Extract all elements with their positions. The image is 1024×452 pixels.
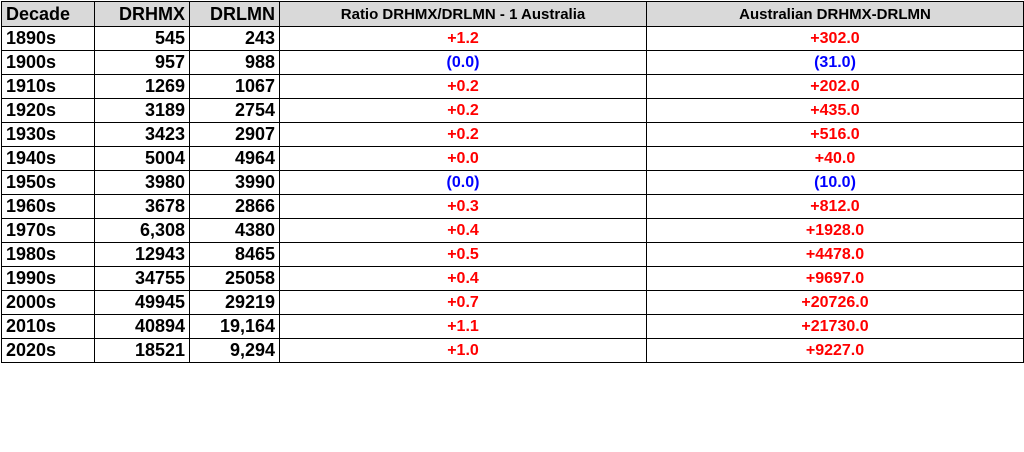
cell-difference: +40.0 bbox=[646, 146, 1024, 171]
cell-difference: +516.0 bbox=[646, 122, 1024, 147]
cell-ratio: +0.4 bbox=[279, 266, 647, 291]
cell-ratio: +0.5 bbox=[279, 242, 647, 267]
cell-drhmx: 40894 bbox=[94, 314, 190, 339]
cell-ratio: +1.2 bbox=[279, 26, 647, 51]
cell-difference: (10.0) bbox=[646, 170, 1024, 195]
cell-drhmx: 1269 bbox=[94, 74, 190, 99]
decade-table: Decade DRHMX DRLMN Ratio DRHMX/DRLMN - 1… bbox=[1, 1, 1024, 363]
header-row: Decade DRHMX DRLMN Ratio DRHMX/DRLMN - 1… bbox=[1, 1, 1024, 27]
cell-drlmn: 4964 bbox=[189, 146, 280, 171]
cell-ratio: +0.7 bbox=[279, 290, 647, 315]
cell-drlmn: 1067 bbox=[189, 74, 280, 99]
cell-decade: 1990s bbox=[1, 266, 95, 291]
table-row: 1980s 12943 8465 +0.5 +4478.0 bbox=[1, 242, 1024, 267]
cell-difference: +302.0 bbox=[646, 26, 1024, 51]
cell-decade: 1900s bbox=[1, 50, 95, 75]
table-row: 1940s 5004 4964 +0.0 +40.0 bbox=[1, 146, 1024, 171]
table-row: 2010s 40894 19,164 +1.1 +21730.0 bbox=[1, 314, 1024, 339]
cell-ratio: +1.1 bbox=[279, 314, 647, 339]
header-drlmn: DRLMN bbox=[189, 1, 280, 27]
cell-decade: 1910s bbox=[1, 74, 95, 99]
cell-ratio: +0.3 bbox=[279, 194, 647, 219]
cell-drhmx: 545 bbox=[94, 26, 190, 51]
cell-ratio: (0.0) bbox=[279, 170, 647, 195]
cell-ratio: +0.2 bbox=[279, 74, 647, 99]
cell-drlmn: 2754 bbox=[189, 98, 280, 123]
cell-decade: 1970s bbox=[1, 218, 95, 243]
cell-drlmn: 4380 bbox=[189, 218, 280, 243]
header-difference: Australian DRHMX-DRLMN bbox=[646, 1, 1024, 27]
table-row: 2020s 18521 9,294 +1.0 +9227.0 bbox=[1, 338, 1024, 363]
cell-difference: (31.0) bbox=[646, 50, 1024, 75]
cell-drhmx: 3678 bbox=[94, 194, 190, 219]
cell-decade: 2020s bbox=[1, 338, 95, 363]
cell-difference: +812.0 bbox=[646, 194, 1024, 219]
cell-difference: +435.0 bbox=[646, 98, 1024, 123]
cell-drhmx: 3980 bbox=[94, 170, 190, 195]
cell-difference: +9697.0 bbox=[646, 266, 1024, 291]
table-row: 1950s 3980 3990 (0.0) (10.0) bbox=[1, 170, 1024, 195]
cell-drhmx: 18521 bbox=[94, 338, 190, 363]
cell-drlmn: 25058 bbox=[189, 266, 280, 291]
cell-drlmn: 2907 bbox=[189, 122, 280, 147]
cell-drhmx: 5004 bbox=[94, 146, 190, 171]
cell-drlmn: 29219 bbox=[189, 290, 280, 315]
cell-difference: +1928.0 bbox=[646, 218, 1024, 243]
cell-decade: 2000s bbox=[1, 290, 95, 315]
table-row: 1970s 6,308 4380 +0.4 +1928.0 bbox=[1, 218, 1024, 243]
cell-decade: 1950s bbox=[1, 170, 95, 195]
cell-decade: 2010s bbox=[1, 314, 95, 339]
table-body: 1890s 545 243 +1.2 +302.0 1900s 957 988 (0.0) (31… bbox=[1, 26, 1024, 363]
cell-drlmn: 3990 bbox=[189, 170, 280, 195]
cell-decade: 1890s bbox=[1, 26, 95, 51]
cell-decade: 1980s bbox=[1, 242, 95, 267]
cell-ratio: +0.0 bbox=[279, 146, 647, 171]
table-row: 1960s 3678 2866 +0.3 +812.0 bbox=[1, 194, 1024, 219]
table-row: 1890s 545 243 +1.2 +302.0 bbox=[1, 26, 1024, 51]
cell-drlmn: 2866 bbox=[189, 194, 280, 219]
cell-decade: 1930s bbox=[1, 122, 95, 147]
cell-difference: +9227.0 bbox=[646, 338, 1024, 363]
cell-drhmx: 3189 bbox=[94, 98, 190, 123]
header-ratio: Ratio DRHMX/DRLMN - 1 Australia bbox=[279, 1, 647, 27]
table-row: 1900s 957 988 (0.0) (31.0) bbox=[1, 50, 1024, 75]
header-drhmx: DRHMX bbox=[94, 1, 190, 27]
cell-difference: +4478.0 bbox=[646, 242, 1024, 267]
cell-ratio: +0.4 bbox=[279, 218, 647, 243]
cell-drlmn: 9,294 bbox=[189, 338, 280, 363]
cell-difference: +20726.0 bbox=[646, 290, 1024, 315]
cell-drhmx: 12943 bbox=[94, 242, 190, 267]
cell-drhmx: 49945 bbox=[94, 290, 190, 315]
table-row: 1920s 3189 2754 +0.2 +435.0 bbox=[1, 98, 1024, 123]
cell-ratio: +1.0 bbox=[279, 338, 647, 363]
table-row: 1990s 34755 25058 +0.4 +9697.0 bbox=[1, 266, 1024, 291]
cell-drlmn: 243 bbox=[189, 26, 280, 51]
cell-ratio: +0.2 bbox=[279, 122, 647, 147]
cell-drhmx: 6,308 bbox=[94, 218, 190, 243]
cell-drhmx: 3423 bbox=[94, 122, 190, 147]
cell-drlmn: 8465 bbox=[189, 242, 280, 267]
header-decade: Decade bbox=[1, 1, 95, 27]
cell-difference: +21730.0 bbox=[646, 314, 1024, 339]
cell-drhmx: 957 bbox=[94, 50, 190, 75]
cell-decade: 1940s bbox=[1, 146, 95, 171]
cell-decade: 1920s bbox=[1, 98, 95, 123]
cell-drlmn: 988 bbox=[189, 50, 280, 75]
cell-decade: 1960s bbox=[1, 194, 95, 219]
table-row: 1930s 3423 2907 +0.2 +516.0 bbox=[1, 122, 1024, 147]
cell-ratio: (0.0) bbox=[279, 50, 647, 75]
table-row: 2000s 49945 29219 +0.7 +20726.0 bbox=[1, 290, 1024, 315]
table-row: 1910s 1269 1067 +0.2 +202.0 bbox=[1, 74, 1024, 99]
cell-drlmn: 19,164 bbox=[189, 314, 280, 339]
cell-difference: +202.0 bbox=[646, 74, 1024, 99]
cell-drhmx: 34755 bbox=[94, 266, 190, 291]
cell-ratio: +0.2 bbox=[279, 98, 647, 123]
